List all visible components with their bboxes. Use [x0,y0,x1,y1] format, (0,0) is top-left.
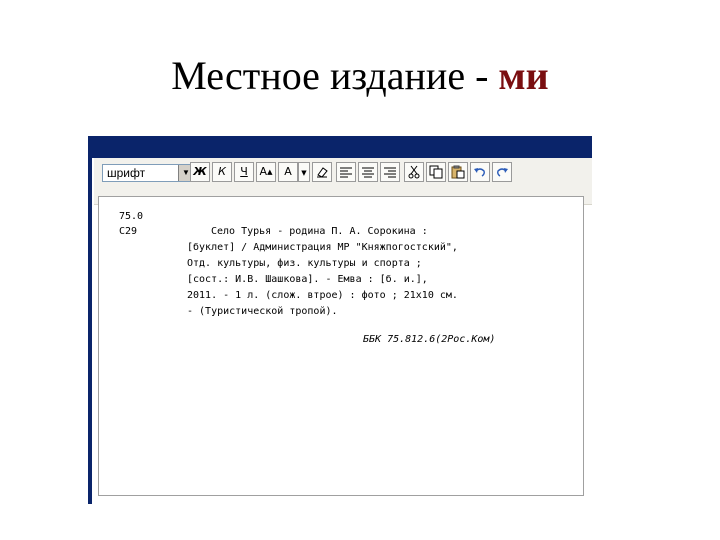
slide-title-accent: ми [498,53,549,98]
underline-icon: Ч [240,165,248,178]
italic-icon: К [218,165,226,178]
window-title-bar [88,136,592,158]
undo-icon [474,168,485,177]
copy-button[interactable] [426,162,446,182]
record-line: 2011. - 1 л. (слож. втрое) : фото ; 21х1… [187,290,458,301]
font-color-dropdown[interactable]: ▼ [298,162,310,182]
bbk-index: ББК 75.812.6(2Рос.Ком) [363,334,496,345]
redo-icon [497,168,508,177]
font-size-icon: A [259,165,268,178]
bold-icon: Ж [193,165,207,178]
paste-button[interactable] [448,162,468,182]
font-color-icon: A [284,165,292,178]
chevron-down-icon: ▼ [301,169,307,177]
font-color-button[interactable]: A [278,162,298,182]
align-left-icon [340,167,352,178]
align-right-icon [384,167,396,178]
font-select[interactable]: шрифт ▼ [102,164,194,182]
paste-icon [451,165,465,179]
author-code: С29 [119,226,138,237]
record-line: - (Туристической тропой). [187,306,338,317]
italic-button[interactable]: К [212,162,232,182]
record-line: [буклет] / Администрация МР "Княжпогостс… [187,242,458,253]
scissors-icon [408,165,420,179]
align-left-button[interactable] [336,162,356,182]
align-center-button[interactable] [358,162,378,182]
record-editor[interactable]: 75.0 С29 Село Турья - родина П. А. Сорок… [98,196,584,496]
underline-button[interactable]: Ч [234,162,254,182]
slide-title: Местное издание - ми [0,52,720,100]
editor-window: шрифт ▼ Ж К Ч A▲ A ▼ 75.0 С29 Село Турья… [88,136,592,504]
font-select-value: шрифт [107,166,146,180]
eraser-button[interactable] [312,162,332,182]
class-code: 75.0 [119,211,144,222]
slide-title-main: Местное издание - [171,53,499,98]
window-left-edge [88,158,92,504]
record-line: Отд. культуры, физ. культуры и спорта ; [187,258,422,269]
eraser-icon [317,167,328,178]
font-size-button[interactable]: A▲ [256,162,276,182]
bold-button[interactable]: Ж [190,162,210,182]
align-right-button[interactable] [380,162,400,182]
record-line: [сост.: И.В. Шашкова]. - Емва : [б. и.], [187,274,428,285]
cut-button[interactable] [404,162,424,182]
undo-button[interactable] [470,162,490,182]
redo-button[interactable] [492,162,512,182]
copy-icon [429,165,443,179]
record-line: Село Турья - родина П. А. Сорокина : [211,226,428,237]
align-center-icon [362,167,374,178]
